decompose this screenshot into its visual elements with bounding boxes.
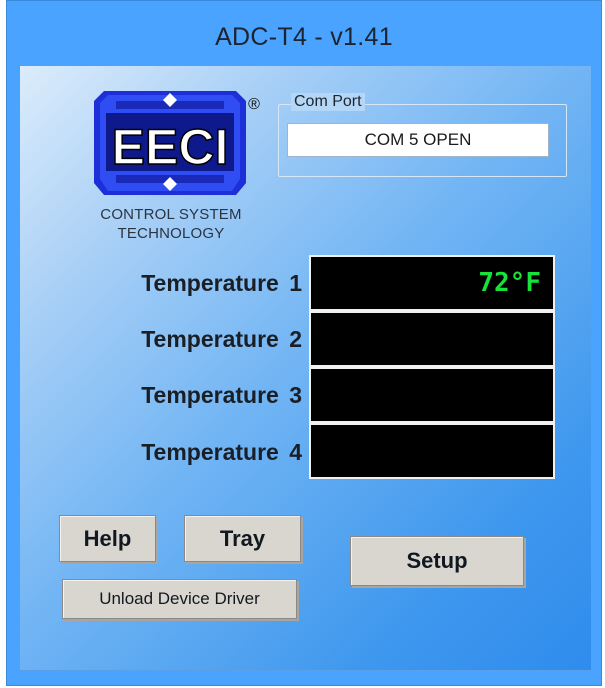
temperature-1-display: 72°F (309, 255, 555, 311)
main-panel: EECI ® CONTROL SYSTEM TECHNOLOGY Com Por… (19, 65, 592, 671)
temperature-3-display (309, 367, 555, 423)
com-port-group: Com Port COM 5 OPEN (278, 93, 567, 177)
eeci-logo: EECI ® CONTROL SYSTEM TECHNOLOGY (76, 87, 266, 247)
logo-caption: CONTROL SYSTEM TECHNOLOGY (76, 205, 266, 243)
temperature-2-display (309, 311, 555, 367)
registered-mark: ® (248, 96, 260, 113)
temperature-4-label: Temperature 4 (141, 439, 302, 465)
com-port-legend: Com Port (291, 93, 365, 111)
tray-button[interactable]: Tray (184, 515, 301, 562)
logo-caption-line1: CONTROL SYSTEM (100, 206, 242, 223)
unload-device-driver-button[interactable]: Unload Device Driver (62, 579, 297, 619)
logo-caption-line2: TECHNOLOGY (117, 225, 225, 242)
temperature-4-display (309, 423, 555, 479)
title-bar[interactable]: ADC-T4 - v1.41 (7, 1, 601, 65)
com-port-status-field[interactable]: COM 5 OPEN (287, 123, 549, 157)
temperature-1-label: Temperature 1 (141, 270, 302, 296)
logo-brand-text: EECI (112, 119, 229, 175)
window-title: ADC-T4 - v1.41 (215, 23, 393, 51)
app-window: ADC-T4 - v1.41 EECI ® CONTROL SYSTEM TEC… (6, 0, 602, 686)
temperature-3-label: Temperature 3 (141, 382, 302, 408)
temperature-2-label: Temperature 2 (141, 326, 302, 352)
setup-button[interactable]: Setup (350, 536, 524, 586)
eeci-logo-graphic: EECI ® (94, 91, 260, 195)
help-button[interactable]: Help (59, 515, 156, 562)
